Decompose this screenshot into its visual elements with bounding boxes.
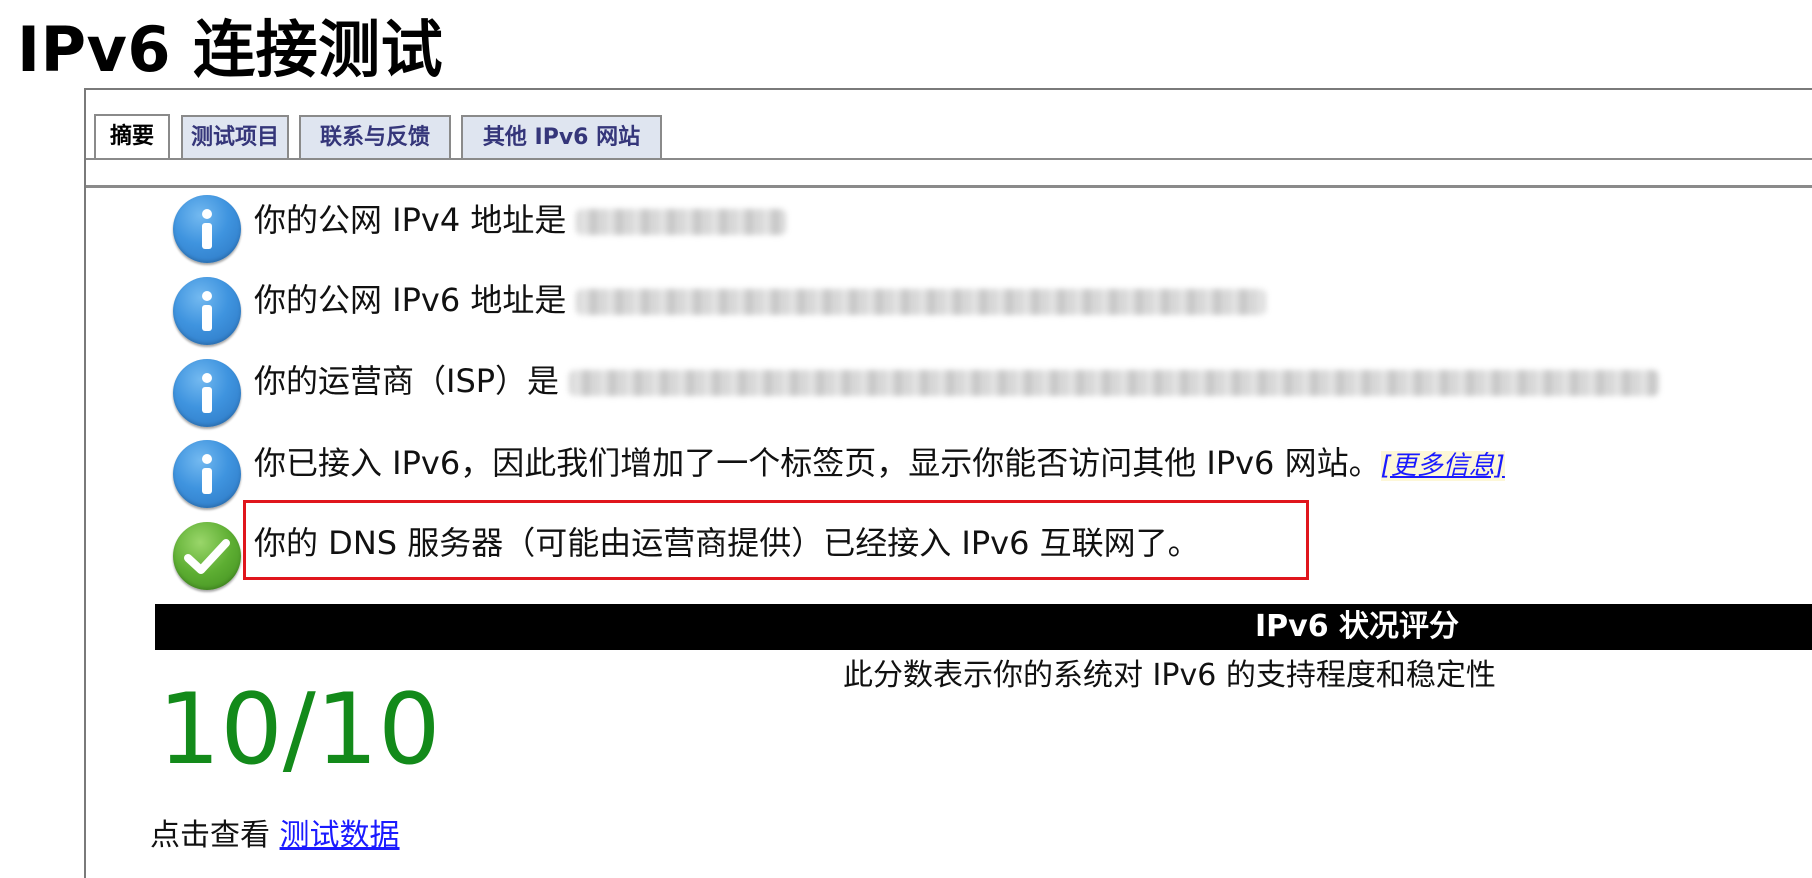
tab-divider bbox=[86, 158, 1812, 160]
tab-summary[interactable]: 摘要 bbox=[94, 114, 170, 160]
info-icon bbox=[173, 440, 241, 508]
ipv6-address-redacted bbox=[576, 289, 1267, 315]
isp-row: 你的运营商（ISP）是 bbox=[254, 361, 1660, 401]
ipv6-address-row: 你的公网 IPv6 地址是 bbox=[254, 280, 1267, 320]
info-icon bbox=[173, 195, 241, 263]
ipv6-address-label: 你的公网 IPv6 地址是 bbox=[254, 281, 567, 319]
tab-panel-top-border bbox=[86, 185, 1812, 188]
ipv6-connected-row: 你已接入 IPv6，因此我们增加了一个标签页，显示你能否访问其他 IPv6 网站… bbox=[254, 443, 1505, 486]
test-data-prefix: 点击查看 bbox=[150, 818, 270, 853]
ipv4-address-redacted bbox=[576, 209, 787, 235]
score-description: 此分数表示你的系统对 IPv6 的支持程度和稳定性 bbox=[843, 658, 1496, 693]
ipv6-connected-text: 你已接入 IPv6，因此我们增加了一个标签页，显示你能否访问其他 IPv6 网站… bbox=[254, 444, 1381, 482]
tab-test-items[interactable]: 测试项目 bbox=[181, 115, 289, 158]
score-value: 10/10 bbox=[158, 673, 441, 787]
info-icon bbox=[173, 277, 241, 345]
isp-label: 你的运营商（ISP）是 bbox=[254, 362, 560, 400]
score-header-bar: IPv6 状况评分 bbox=[155, 604, 1812, 650]
tab-contact-feedback[interactable]: 联系与反馈 bbox=[299, 115, 451, 158]
isp-redacted bbox=[569, 370, 1660, 396]
test-data-line: 点击查看 测试数据 bbox=[150, 816, 400, 856]
more-info-link[interactable]: [更多信息] bbox=[1380, 451, 1505, 481]
test-data-link[interactable]: 测试数据 bbox=[280, 818, 400, 853]
dns-highlight-box bbox=[243, 500, 1309, 580]
content-frame: 摘要 测试项目 联系与反馈 其他 IPv6 网站 你的公网 IPv4 地址是 你… bbox=[84, 88, 1812, 878]
score-header-title: IPv6 状况评分 bbox=[1255, 609, 1460, 644]
page-title: IPv6 连接测试 bbox=[17, 13, 444, 86]
info-icon bbox=[173, 359, 241, 427]
ipv4-address-row: 你的公网 IPv4 地址是 bbox=[254, 200, 787, 240]
ipv4-address-label: 你的公网 IPv4 地址是 bbox=[254, 201, 567, 239]
tab-bar: 摘要 测试项目 联系与反馈 其他 IPv6 网站 bbox=[86, 90, 1812, 160]
check-icon bbox=[173, 522, 241, 590]
tab-other-ipv6-sites[interactable]: 其他 IPv6 网站 bbox=[461, 115, 662, 158]
